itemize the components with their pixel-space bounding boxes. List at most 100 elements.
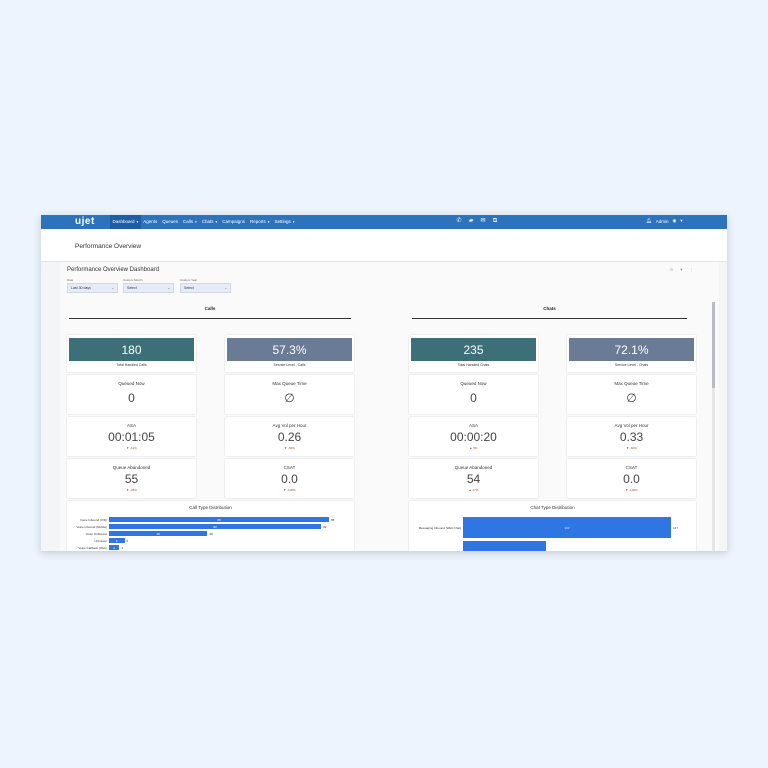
- metric-label: CSAT: [283, 465, 296, 470]
- email-icon[interactable]: ✉: [479, 218, 487, 225]
- nav-item-label: Calls: [183, 219, 194, 224]
- metric-label: Queued Now: [460, 381, 487, 386]
- nav-item-label: Settings: [274, 219, 291, 224]
- chats-asa-card: ASA 00:00:20 ▲ 5%: [409, 417, 538, 456]
- bar-label: Unknown: [94, 539, 107, 543]
- chevron-down-icon: ▾: [266, 220, 270, 224]
- nav-item-agents[interactable]: Agents: [141, 215, 160, 229]
- metric-label: Max Queue Time: [272, 381, 307, 386]
- bell-icon[interactable]: 🔔︎: [646, 218, 652, 224]
- main-nav: Dashboard ▾ Agents Queues Calls ▾ Chats ▾ Cam…: [110, 215, 297, 229]
- bar-value: 147: [564, 525, 570, 530]
- messages-icon[interactable]: ⧉: [491, 218, 499, 225]
- bar[interactable]: 82: [109, 524, 322, 529]
- filter-icon[interactable]: ▼: [679, 267, 683, 272]
- chats-queued-now-card: Queued Now 0: [409, 375, 538, 414]
- bar-label: Voice Callback (Web): [78, 546, 107, 550]
- chat-bubble-icon[interactable]: ▰: [467, 218, 475, 225]
- bar-label: Messaging Inbound (Web Chat): [418, 526, 461, 530]
- chat-type-distribution-card: Chat Type Distribution Messaging Inbound…: [409, 501, 696, 551]
- bar[interactable]: 4: [109, 545, 120, 550]
- total-handled-calls-label: Total Handled Calls: [116, 363, 147, 367]
- metric-label: Max Queue Time: [614, 381, 649, 386]
- nav-item-settings[interactable]: Settings ▾: [272, 215, 297, 229]
- custom-month-select[interactable]: Select ⌄: [123, 283, 174, 293]
- custom-month-label: Custom Month: [123, 278, 143, 282]
- metric-label: Queue Abandoned: [112, 465, 151, 470]
- chevron-down-icon: ▾: [194, 220, 197, 224]
- metric-value: 55: [124, 472, 139, 486]
- nav-item-label: Queues: [162, 219, 179, 224]
- bar-value: 4: [113, 545, 115, 550]
- nav-item-queues[interactable]: Queues: [160, 215, 181, 229]
- nav-item-label: Agents: [143, 219, 158, 224]
- page-title: Performance Overview: [75, 243, 142, 250]
- chart-title: Chat Type Distribution: [530, 505, 575, 510]
- bar-end-value: 82: [323, 525, 327, 529]
- chevron-down-icon: ▾: [135, 220, 139, 224]
- calls-divider: [69, 318, 351, 319]
- bar[interactable]: 38: [109, 531, 208, 536]
- scrollbar[interactable]: [712, 302, 715, 551]
- more-icon[interactable]: ⋮: [689, 267, 693, 272]
- date-filter-value: Last 30 days: [71, 286, 91, 290]
- bar-end-value: 147: [673, 526, 679, 530]
- chevron-down-icon: ⌄: [167, 286, 170, 290]
- nav-item-reports[interactable]: Reports ▾: [248, 215, 273, 229]
- nav-item-label: Chats: [201, 219, 214, 224]
- date-filter-select[interactable]: Last 30 days ⌄: [67, 283, 118, 293]
- nav-item-chats[interactable]: Chats ▾: [199, 215, 220, 229]
- bar[interactable]: 85: [109, 517, 329, 522]
- page-header: Performance Overview: [41, 229, 727, 262]
- chats-csat-card: CSAT 0.0 ▼ -100%: [567, 459, 696, 498]
- nav-item-label: Reports: [250, 219, 266, 224]
- total-handled-chats-value: 235: [411, 338, 536, 361]
- metric-value: 0.26: [277, 430, 302, 444]
- bar-end-value: 85: [331, 518, 335, 522]
- service-level-chats-value: 72.1%: [569, 338, 694, 361]
- nav-item-dashboard[interactable]: Dashboard ▾: [110, 215, 141, 229]
- metric-change: ▼ -11%: [126, 446, 137, 450]
- dashboard-panel: Performance Overview Dashboard ↻ ▼ ⋮ Dat…: [60, 262, 719, 551]
- custom-year-label: Custom Year: [180, 278, 198, 282]
- metric-label: Avg Vol per Hour: [614, 423, 649, 428]
- chevron-down-icon: ▾: [214, 220, 218, 224]
- calls-csat-card: CSAT 0.0 ▼ -100%: [225, 459, 354, 498]
- service-level-calls-card: 57.3% Service Level - Calls: [225, 335, 354, 372]
- content-area: Performance Overview Dashboard ↻ ▼ ⋮ Dat…: [41, 262, 727, 551]
- scrollbar-thumb[interactable]: [712, 302, 715, 388]
- chevron-down-icon: ▾: [291, 220, 295, 224]
- bar-value: 59: [463, 550, 546, 552]
- chevron-down-icon: ⌄: [224, 286, 227, 290]
- bar-end-value: 38: [209, 532, 213, 536]
- metric-change: ▲ 17%: [468, 488, 479, 492]
- nav-item-campaigns[interactable]: Campaigns: [220, 215, 248, 229]
- bar-label: Voice Inbound (Mobile): [76, 525, 107, 529]
- chevron-down-icon[interactable]: ▾: [680, 218, 682, 224]
- bar[interactable]: 147: [463, 517, 671, 538]
- metric-value: 0.33: [619, 430, 644, 444]
- metric-value: 54: [466, 472, 481, 486]
- metric-label: ASA: [468, 423, 478, 428]
- phone-icon[interactable]: ✆: [455, 218, 463, 225]
- bar[interactable]: 59: [463, 541, 547, 552]
- service-level-calls-value: 57.3%: [227, 338, 352, 361]
- service-level-chats-card: 72.1% Service Level - Chats: [567, 335, 696, 372]
- user-icon[interactable]: ◉: [672, 218, 676, 224]
- bar[interactable]: 6: [109, 538, 125, 543]
- metric-value: 0: [470, 391, 477, 405]
- calls-asa-card: ASA 00:01:05 ▼ -11%: [67, 417, 196, 456]
- custom-year-select[interactable]: Select ⌄: [180, 283, 231, 293]
- bar-value: 38: [156, 531, 160, 536]
- bar-label: Messaging Inbound (Mobile Chat): [409, 550, 461, 551]
- service-level-chats-label: Service Level - Chats: [614, 363, 649, 367]
- metric-change: ▼ -100%: [625, 488, 638, 492]
- top-nav-bar: ujet Dashboard ▾ Agents Queues Calls ▾ Chats…: [41, 215, 727, 229]
- nav-item-calls[interactable]: Calls ▾: [181, 215, 200, 229]
- user-name[interactable]: Admin: [656, 219, 669, 224]
- metric-label: ASA: [126, 423, 136, 428]
- bar-value: 6: [115, 538, 118, 543]
- bar-label: Voice Outbound: [85, 532, 107, 536]
- panel-tools: ↻ ▼ ⋮: [670, 267, 693, 272]
- refresh-icon[interactable]: ↻: [670, 267, 673, 272]
